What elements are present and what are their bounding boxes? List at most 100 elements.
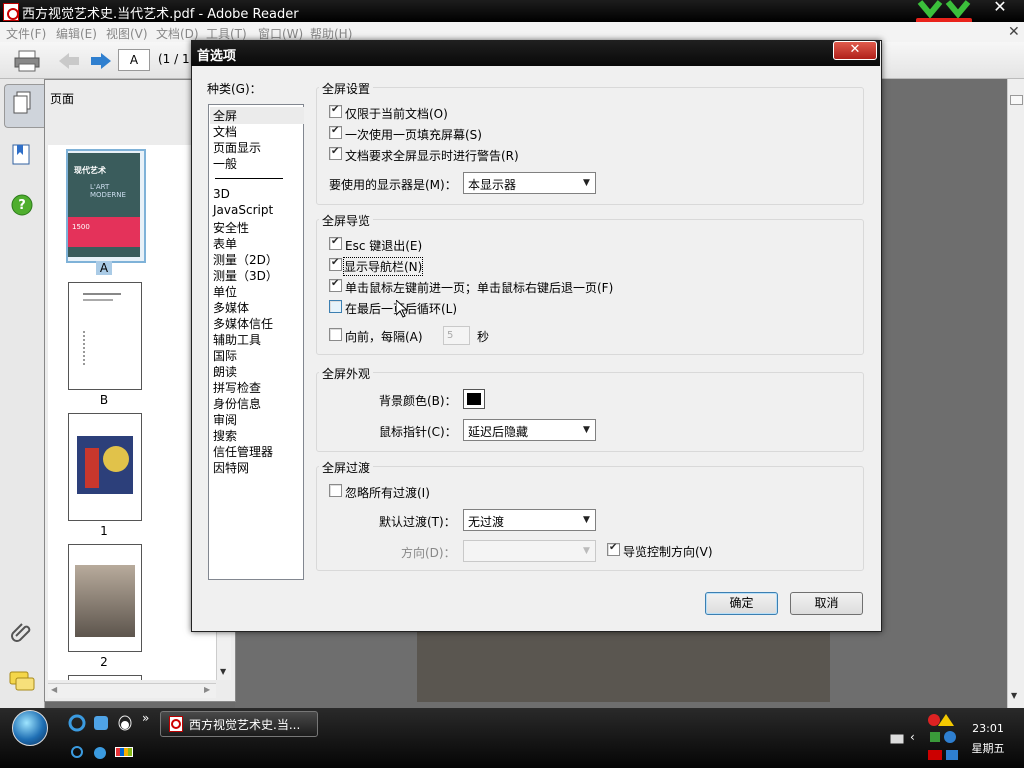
category-multimedia-trust[interactable]: 多媒体信任 xyxy=(213,315,273,332)
back-icon[interactable] xyxy=(58,52,80,70)
category-accessibility[interactable]: 辅助工具 xyxy=(213,331,261,348)
system-tray-icons[interactable] xyxy=(926,712,962,762)
label-cursor: 鼠标指针(C)： xyxy=(379,425,457,439)
page-count: (1 / 1 xyxy=(158,52,190,66)
attachment-icon[interactable] xyxy=(10,620,34,644)
category-documents[interactable]: 文档 xyxy=(213,123,237,140)
taskbar xyxy=(0,708,1024,768)
thumbnail-page-b[interactable] xyxy=(68,282,142,390)
chevron-down-icon: ▼ xyxy=(583,515,590,525)
dialog-close-button[interactable]: ✕ xyxy=(833,41,877,60)
mouse-cursor-icon xyxy=(396,300,408,318)
checkbox-advance-every[interactable] xyxy=(329,328,342,341)
ie-icon[interactable] xyxy=(68,714,86,732)
window-close-button[interactable]: ✕ xyxy=(986,0,1014,16)
bookmarks-icon[interactable] xyxy=(11,143,33,167)
category-javascript[interactable]: JavaScript xyxy=(213,203,273,217)
checkbox-show-nav-bar[interactable] xyxy=(329,257,342,271)
group-title: 全屏外观 xyxy=(319,365,374,382)
qq-icon[interactable] xyxy=(116,714,134,732)
dialog-title-bar[interactable] xyxy=(191,40,880,66)
label-fill-screen: 一次使用一页填充屏幕(S) xyxy=(345,128,482,142)
forward-icon[interactable] xyxy=(90,52,112,70)
interval-input[interactable]: 5 xyxy=(443,326,470,345)
monitor-select[interactable]: 本显示器 ▼ xyxy=(463,172,596,194)
ok-button[interactable]: 确定 xyxy=(705,592,778,615)
checkbox-fill-screen[interactable] xyxy=(329,125,342,139)
menu-bar: 文件(F) 编辑(E) 视图(V) 文档(D) 工具(T) 窗口(W) 帮助(H… xyxy=(0,22,1024,42)
label-monitor: 要使用的显示器是(M)： xyxy=(329,178,457,192)
task-label: 西方视觉艺术史.当... xyxy=(189,718,301,732)
svg-text:?: ? xyxy=(18,198,26,213)
category-label: 种类(G)： xyxy=(207,82,262,96)
label-click-advance: 单击鼠标左键前进一页；单击鼠标右键后退一页(F) xyxy=(345,281,614,295)
weekday: 星期五 xyxy=(971,742,1005,755)
thumbnail-hscrollbar[interactable]: ◀ ▶ xyxy=(48,683,216,698)
page-number-input[interactable]: A xyxy=(118,49,150,71)
checkbox-alert-fullscreen[interactable] xyxy=(329,146,342,160)
document-scrollbar[interactable]: ▼ xyxy=(1007,79,1024,709)
group-title: 全屏设置 xyxy=(319,80,374,97)
checkbox-click-advance[interactable] xyxy=(329,278,342,292)
pages-tab[interactable] xyxy=(4,84,45,128)
category-identity[interactable]: 身份信息 xyxy=(213,395,261,412)
monitor-value: 本显示器 xyxy=(468,178,517,192)
checkbox-current-document-only[interactable] xyxy=(329,104,342,118)
direction-select[interactable]: ▼ xyxy=(463,540,596,562)
category-3d[interactable]: 3D xyxy=(213,187,230,201)
comments-icon[interactable] xyxy=(9,671,35,693)
checkbox-ignore-transitions[interactable] xyxy=(329,484,342,497)
thumbnail-page-a[interactable]: 现代艺术 L'ART MODERNE 1500 xyxy=(68,153,140,257)
category-search[interactable]: 搜索 xyxy=(213,427,237,444)
category-forms[interactable]: 表单 xyxy=(213,235,237,252)
quicklaunch-more-icon[interactable]: » xyxy=(142,711,149,725)
window-title: 西方视觉艺术史.当代艺术.pdf - Adobe Reader xyxy=(22,7,299,22)
thumbnail-page-3[interactable] xyxy=(68,675,142,680)
thumbnail-label: 2 xyxy=(100,655,108,669)
print-icon[interactable] xyxy=(14,50,40,72)
category-units[interactable]: 单位 xyxy=(213,283,237,300)
menu-file[interactable]: 文件(F) xyxy=(6,25,46,42)
category-fullscreen[interactable]: 全屏 xyxy=(210,107,304,124)
quicklaunch-icon[interactable] xyxy=(92,714,110,732)
category-read-out-loud[interactable]: 朗读 xyxy=(213,363,237,380)
category-multimedia[interactable]: 多媒体 xyxy=(213,299,249,316)
pdf-icon xyxy=(3,3,19,21)
label-direction: 方向(D)： xyxy=(401,546,456,560)
checkbox-nav-direction[interactable] xyxy=(607,542,620,556)
category-international[interactable]: 国际 xyxy=(213,347,237,364)
category-reviewing[interactable]: 审阅 xyxy=(213,411,237,428)
checkbox-esc-exit[interactable] xyxy=(329,236,342,250)
category-internet[interactable]: 因特网 xyxy=(213,459,249,476)
start-button[interactable] xyxy=(12,710,48,746)
category-list[interactable]: 全屏 文档 页面显示 一般 3D JavaScript 安全性 表单 测量（2D… xyxy=(208,104,304,580)
cursor-select[interactable]: 延迟后隐藏 ▼ xyxy=(463,419,596,441)
category-security[interactable]: 安全性 xyxy=(213,219,249,236)
category-measuring-2d[interactable]: 测量（2D） xyxy=(213,251,278,268)
category-page-display[interactable]: 页面显示 xyxy=(213,139,261,156)
close-document-icon[interactable]: ✕ xyxy=(1008,24,1020,40)
messenger-icon[interactable] xyxy=(92,745,108,761)
category-measuring-3d[interactable]: 测量（3D） xyxy=(213,267,278,284)
cancel-button[interactable]: 取消 xyxy=(790,592,863,615)
keyboard-icon[interactable] xyxy=(890,734,904,744)
pages-panel-title: 页面 xyxy=(50,92,75,106)
ebay-icon[interactable] xyxy=(114,745,134,759)
thumbnail-page-2[interactable] xyxy=(68,544,142,652)
taskbar-task-adobe-reader[interactable]: 西方视觉艺术史.当... xyxy=(160,711,318,737)
thumbnail-label: B xyxy=(99,393,109,407)
menu-view[interactable]: 视图(V) xyxy=(106,25,148,42)
help-icon[interactable]: ? xyxy=(11,194,33,216)
close-icon: ✕ xyxy=(849,42,861,57)
menu-edit[interactable]: 编辑(E) xyxy=(56,25,97,42)
category-spelling[interactable]: 拼写检查 xyxy=(213,379,261,396)
search-icon[interactable] xyxy=(70,745,86,761)
category-general[interactable]: 一般 xyxy=(213,155,237,172)
default-transition-select[interactable]: 无过渡 ▼ xyxy=(463,509,596,531)
thumbnail-page-1[interactable] xyxy=(68,413,142,521)
checkbox-loop[interactable] xyxy=(329,300,342,313)
category-trust-manager[interactable]: 信任管理器 xyxy=(213,443,273,460)
tray-expand-icon[interactable]: ‹ xyxy=(910,730,915,744)
background-color-picker[interactable] xyxy=(463,389,485,409)
clock[interactable]: 23:01 xyxy=(968,722,1008,735)
